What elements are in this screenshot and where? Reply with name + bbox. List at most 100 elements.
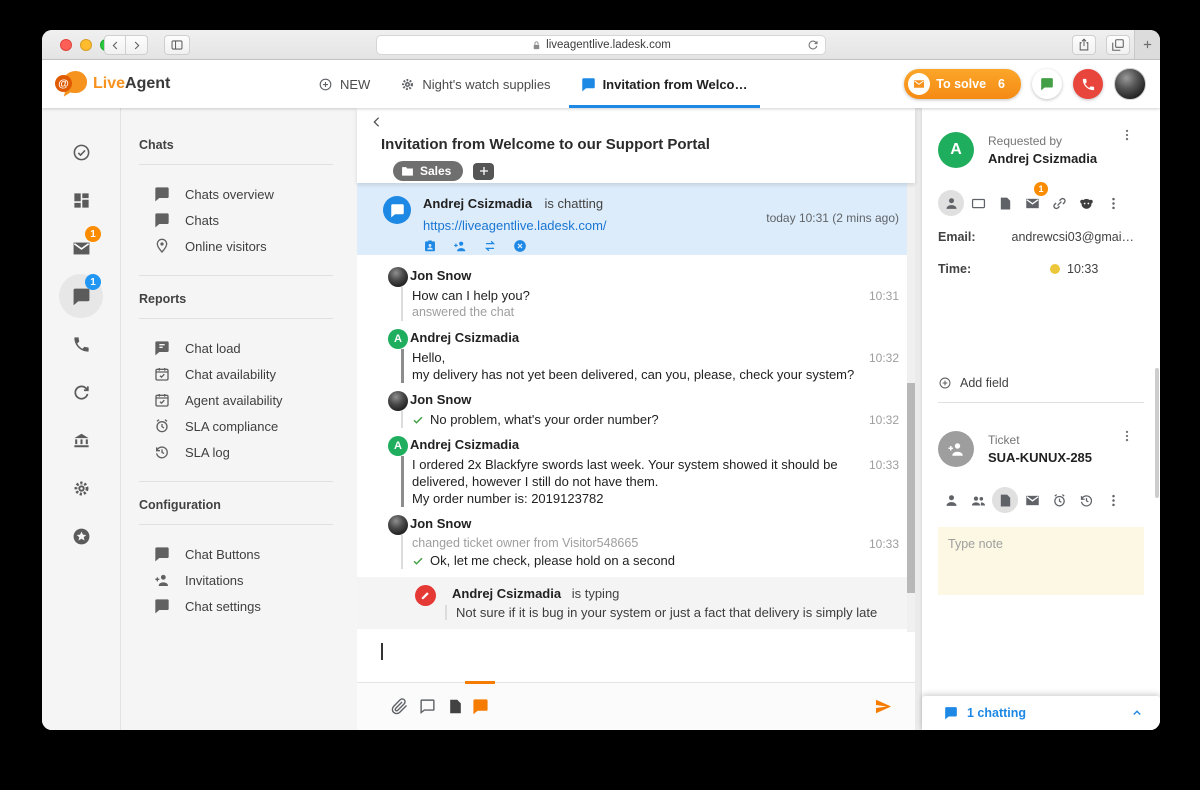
transfer-arrows-icon[interactable] — [483, 239, 497, 253]
tab-nights-watch-supplies[interactable]: Night's watch supplies — [400, 60, 551, 108]
requester-mailchimp-button[interactable] — [1073, 190, 1100, 216]
rail-item-settings[interactable] — [57, 464, 105, 512]
browser-window: liveagentlive.ladesk.com @ LiveAgent NEW… — [42, 30, 1160, 730]
menu-item-chat-buttons[interactable]: Chat Buttons — [139, 541, 333, 567]
browser-sidebar-button[interactable] — [164, 35, 190, 55]
contact-card-icon[interactable] — [423, 239, 437, 253]
note-icon — [998, 493, 1013, 508]
chat-badge: 1 — [85, 274, 101, 290]
ticket-history-button[interactable] — [1073, 487, 1100, 513]
to-solve-label: To solve — [936, 77, 987, 91]
reply-toolbar — [357, 681, 915, 730]
chevron-right-icon — [130, 39, 143, 52]
calls-button[interactable] — [1073, 69, 1103, 99]
reply-input[interactable] — [357, 632, 915, 682]
rail-item-academy[interactable] — [57, 416, 105, 464]
chevron-up-icon[interactable] — [1130, 706, 1144, 720]
menu-item-chat-availability[interactable]: Chat availability — [139, 361, 333, 387]
chat-green-icon — [1040, 77, 1054, 91]
requester-card-button[interactable] — [965, 190, 992, 216]
message-mode-button[interactable] — [419, 698, 436, 720]
mail-badge: 1 — [85, 226, 101, 242]
minimize-window-button[interactable] — [80, 39, 92, 51]
add-tag-button[interactable] — [473, 162, 495, 180]
ticket-reminder-button[interactable] — [1046, 487, 1073, 513]
divider — [139, 481, 333, 482]
note-mode-button[interactable] — [447, 698, 464, 720]
close-window-button[interactable] — [60, 39, 72, 51]
email-field: Email: andrewcsi03@gmai… — [938, 230, 1134, 244]
chat-title: Invitation from Welcome to our Support P… — [381, 136, 710, 153]
ticket-id: SUA-KUNUX-285 — [988, 450, 1093, 465]
note-input[interactable]: Type note — [938, 527, 1144, 595]
agent-avatar[interactable] — [1114, 68, 1146, 100]
address-bar[interactable]: liveagentlive.ladesk.com — [376, 35, 826, 55]
requester-profile-button[interactable] — [938, 190, 965, 216]
rail-item-chats[interactable]: 1 — [57, 272, 105, 320]
requester-notes-button[interactable] — [992, 190, 1019, 216]
browser-tabs-button[interactable] — [1106, 35, 1130, 55]
check-circle-icon — [72, 143, 91, 162]
ticket-people-button[interactable] — [965, 487, 992, 513]
back-icon[interactable] — [369, 114, 385, 130]
menu-item-agent-availability[interactable]: Agent availability — [139, 387, 333, 413]
tabs-overview-icon — [1111, 38, 1125, 52]
divider — [938, 402, 1144, 403]
chat-scrollbar-thumb[interactable] — [907, 383, 915, 593]
reload-icon[interactable] — [807, 39, 819, 51]
menu-item-sla-compliance[interactable]: SLA compliance — [139, 413, 333, 439]
requester-more-button[interactable] — [1100, 190, 1127, 216]
rail-item-dashboard[interactable] — [57, 176, 105, 224]
attach-file-button[interactable] — [391, 698, 408, 720]
menu-item-chat-settings[interactable]: Chat settings — [139, 593, 333, 619]
message: A Andrej Csizmadia I ordered 2x Blackfyr… — [357, 436, 915, 507]
menu-item-invitations[interactable]: Invitations — [139, 567, 333, 593]
menu-item-chat-load[interactable]: Chat load — [139, 335, 333, 361]
ticket-avatar — [938, 431, 974, 467]
chats-online-button[interactable] — [1032, 69, 1062, 99]
ticket-mail-button[interactable] — [1019, 487, 1046, 513]
panel-scrollbar-thumb[interactable] — [1155, 368, 1159, 498]
chatting-count-label: 1 chatting — [967, 706, 1027, 720]
department-tag-sales[interactable]: Sales — [393, 161, 464, 181]
ticket-profile-button[interactable] — [938, 487, 965, 513]
ticket-tabs: NEW Night's watch supplies Invitation fr… — [318, 60, 760, 108]
menu-item-online-visitors[interactable]: Online visitors — [139, 233, 333, 259]
liveagent-logo[interactable]: @ LiveAgent — [55, 69, 170, 99]
rail-item-tickets[interactable] — [57, 128, 105, 176]
section-menu: Chats Chats overview Chats Online visito… — [120, 108, 357, 730]
requester-mail-button[interactable]: 1 — [1019, 182, 1048, 216]
send-button[interactable] — [874, 697, 893, 721]
browser-share-button[interactable] — [1072, 35, 1096, 55]
calendar-check-icon — [154, 366, 170, 382]
text-caret — [381, 643, 383, 660]
tab-invitation-active[interactable]: Invitation from Welco… — [568, 60, 760, 108]
chat-mode-button-active[interactable] — [472, 698, 489, 720]
rail-item-sync[interactable] — [57, 368, 105, 416]
ticket-menu-button[interactable] — [1120, 429, 1134, 448]
requester-name: Andrej Csizmadia — [988, 151, 1098, 166]
rail-item-calls[interactable] — [57, 320, 105, 368]
menu-item-chats-overview[interactable]: Chats overview — [139, 181, 333, 207]
requester-menu-button[interactable] — [1120, 128, 1134, 147]
browser-forward-button[interactable] — [126, 35, 148, 55]
chat-icon — [154, 598, 170, 614]
person-add-icon[interactable] — [453, 239, 467, 253]
rail-item-starred[interactable] — [57, 512, 105, 560]
chat-scrollbar[interactable] — [907, 183, 915, 632]
end-chat-icon[interactable] — [513, 239, 527, 253]
chatting-statusbar[interactable]: 1 chatting — [922, 696, 1160, 730]
note-icon — [998, 196, 1013, 211]
add-field-button[interactable]: Add field — [938, 376, 1160, 390]
alarm-clock-icon — [1052, 493, 1067, 508]
ticket-more-button[interactable] — [1100, 487, 1127, 513]
ticket-notes-button[interactable] — [992, 487, 1019, 513]
browser-new-tab-button[interactable] — [1134, 30, 1160, 59]
menu-item-chats[interactable]: Chats — [139, 207, 333, 233]
menu-item-sla-log[interactable]: SLA log — [139, 439, 333, 465]
to-solve-button[interactable]: To solve 6 — [904, 69, 1021, 99]
browser-back-button[interactable] — [104, 35, 126, 55]
rail-item-mail[interactable]: 1 — [57, 224, 105, 272]
tab-new[interactable]: NEW — [318, 60, 370, 108]
requester-link-button[interactable] — [1046, 190, 1073, 216]
